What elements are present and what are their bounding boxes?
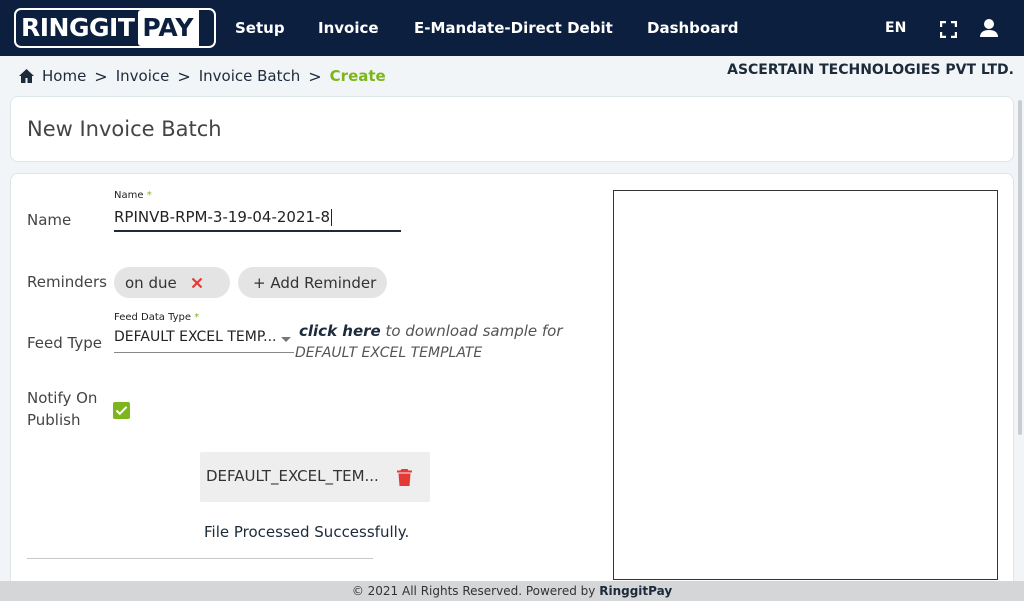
feed-data-type-select[interactable]: DEFAULT EXCEL TEMP...: [114, 329, 294, 353]
fullscreen-icon[interactable]: [940, 21, 957, 38]
file-status-message: File Processed Successfully.: [204, 523, 410, 541]
file-preview-panel: [613, 190, 998, 580]
remove-reminder-icon[interactable]: [191, 277, 203, 289]
chevron-down-icon: [281, 337, 291, 342]
footer-copyright: © 2021 All Rights Reserved. Powered by: [351, 584, 596, 598]
delete-file-icon[interactable]: [396, 468, 413, 487]
notify-on-publish-checkbox[interactable]: [113, 402, 130, 419]
download-sample-link[interactable]: click here: [299, 322, 381, 340]
breadcrumb-separator: >: [308, 66, 322, 86]
reminder-chip-on-due[interactable]: on due: [114, 267, 230, 298]
download-sample-text: click here to download sample for DEFAUL…: [295, 320, 563, 364]
reminders-row-label: Reminders: [27, 273, 107, 291]
page-scrollbar[interactable]: [1018, 100, 1022, 435]
name-field-label: Name *: [114, 190, 152, 201]
footer: © 2021 All Rights Reserved. Powered by R…: [0, 581, 1024, 601]
page-header-card: New Invoice Batch: [10, 96, 1014, 162]
uploaded-file-card: DEFAULT_EXCEL_TEM...: [200, 452, 430, 502]
breadcrumb-separator: >: [94, 66, 108, 86]
footer-brand[interactable]: RinggitPay: [599, 584, 672, 598]
batch-name-input[interactable]: RPINVB-RPM-3-19-04-2021-8: [114, 208, 401, 232]
nav-dashboard[interactable]: Dashboard: [647, 18, 738, 38]
breadcrumb-home[interactable]: Home: [42, 67, 86, 85]
notify-row-label-line2: Publish: [27, 411, 81, 429]
check-icon: [115, 406, 128, 416]
breadcrumb-separator: >: [177, 66, 191, 86]
nav-e-mandate-direct-debit[interactable]: E-Mandate-Direct Debit: [414, 18, 613, 38]
page-title: New Invoice Batch: [27, 117, 222, 141]
company-name: ASCERTAIN TECHNOLOGIES PVT LTD.: [727, 62, 1014, 78]
divider: [27, 558, 373, 559]
language-selector[interactable]: EN: [885, 20, 906, 36]
add-reminder-button[interactable]: + Add Reminder: [238, 267, 387, 298]
feed-type-field-label: Feed Data Type *: [114, 312, 200, 323]
breadcrumb-current: Create: [329, 67, 386, 85]
invoice-batch-form-card: Name Name * RPINVB-RPM-3-19-04-2021-8 Re…: [10, 173, 1014, 593]
name-row-label: Name: [27, 211, 72, 229]
user-icon[interactable]: [979, 18, 999, 38]
notify-row-label-line1: Notify On: [27, 389, 98, 407]
reminder-chip-label: on due: [125, 273, 177, 292]
feed-data-type-value: DEFAULT EXCEL TEMP...: [114, 329, 277, 345]
uploaded-file-name: DEFAULT_EXCEL_TEM...: [206, 467, 379, 485]
breadcrumb-invoice[interactable]: Invoice: [116, 67, 170, 85]
download-template-name: DEFAULT EXCEL TEMPLATE: [295, 345, 483, 361]
nav-setup[interactable]: Setup: [235, 18, 285, 38]
logo-text-left: RINGGIT: [21, 13, 135, 42]
ringgitpay-logo[interactable]: RINGGIT PAY: [14, 8, 216, 48]
logo-text-right: PAY: [138, 10, 200, 46]
breadcrumb: Home > Invoice > Invoice Batch > Create: [18, 65, 386, 87]
nav-invoice[interactable]: Invoice: [318, 18, 379, 38]
home-icon[interactable]: [18, 68, 35, 84]
feed-type-row-label: Feed Type: [27, 334, 103, 352]
top-navbar: RINGGIT PAY Setup Invoice E-Mandate-Dire…: [0, 0, 1024, 56]
breadcrumb-invoice-batch[interactable]: Invoice Batch: [199, 67, 301, 85]
